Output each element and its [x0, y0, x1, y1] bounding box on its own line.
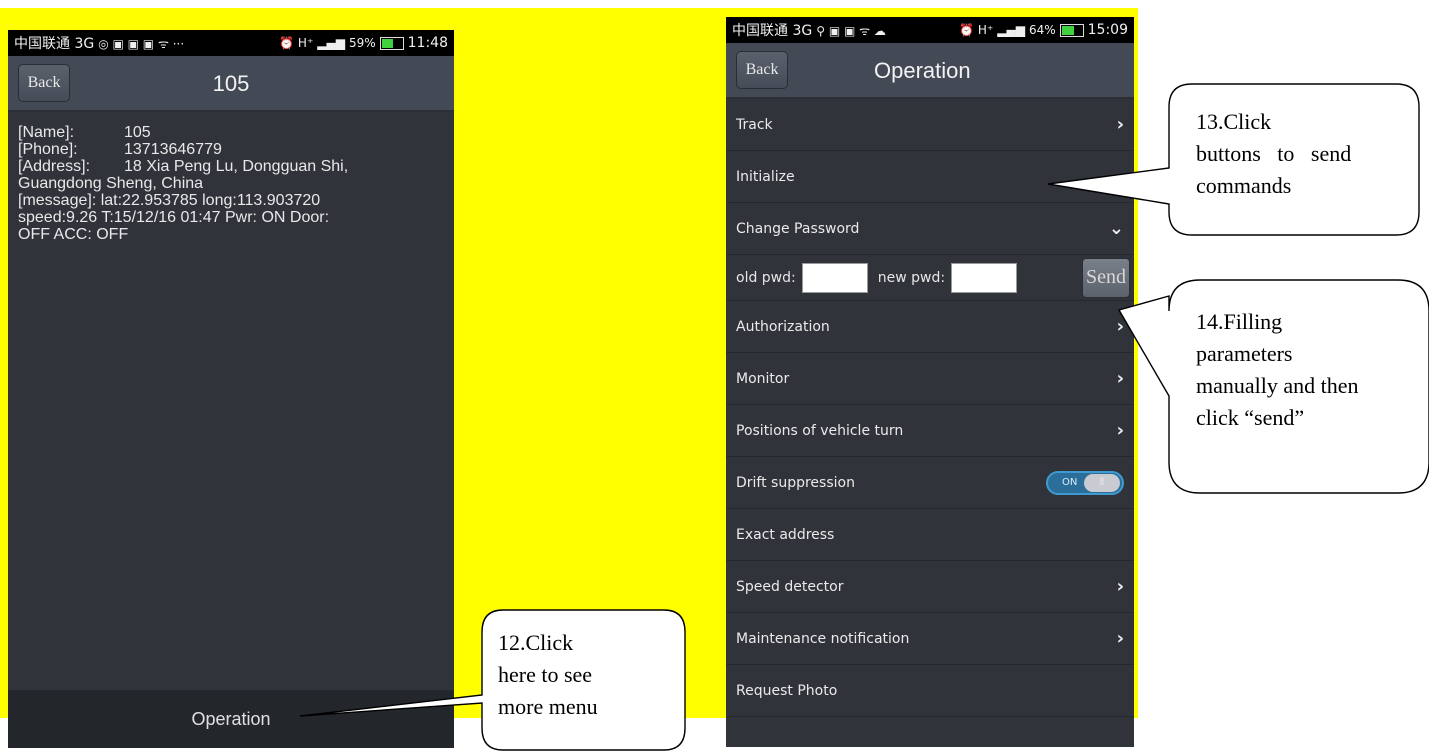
message-line-1: [message]: lat:22.953785 long:113.903720	[18, 192, 321, 209]
old-password-input[interactable]	[801, 262, 868, 293]
device-details-screen: 中国联通 3G ◎ ▣ ▣ ▣ ᯤ ··· ⏰ H⁺ ▂▄▆ 59% 11:48…	[8, 30, 454, 748]
name-key: [Name]:	[18, 124, 75, 141]
chevron-right-icon: ›	[1116, 420, 1124, 441]
menu-item-label: Drift suppression	[736, 475, 855, 491]
menu-item-label: Initialize	[736, 169, 795, 185]
signal-type: H⁺	[297, 36, 314, 50]
carrier-label: 中国联通 3G	[14, 36, 95, 52]
callout-line: 14.Filling	[1196, 309, 1283, 334]
menu-item-exact-address[interactable]: Exact address	[726, 509, 1134, 561]
callout-13-text: 13.Click buttons to send commands	[1196, 106, 1406, 202]
menu-item-label: Track	[736, 117, 773, 133]
title-bar: Back 105	[8, 56, 454, 112]
chevron-right-icon: ›	[1116, 316, 1124, 337]
battery-icon	[379, 36, 404, 50]
menu-item-label: Monitor	[736, 371, 790, 387]
new-password-input[interactable]	[951, 262, 1018, 293]
phone-key: [Phone]:	[18, 141, 78, 158]
menu-item-label: Change Password	[736, 221, 860, 237]
new-password-label: new pwd:	[877, 269, 946, 286]
toggle-on-label: ON	[1062, 477, 1078, 488]
chevron-right-icon: ›	[1116, 576, 1124, 597]
page-title: Operation	[874, 58, 971, 83]
callout-line: more menu	[498, 694, 598, 719]
drift-toggle[interactable]: ON ⦀	[1046, 471, 1124, 495]
battery-percent: 64%	[1028, 23, 1056, 37]
menu-item-label: Authorization	[736, 319, 830, 335]
menu-item-label: Exact address	[736, 527, 835, 543]
message-line-2: speed:9.26 T:15/12/16 01:47 Pwr: ON Door…	[18, 209, 330, 226]
phone-value: 13713646779	[124, 141, 222, 158]
operation-button[interactable]: Operation	[8, 690, 454, 748]
battery-percent: 59%	[348, 36, 376, 50]
menu-item-request-photo[interactable]: Request Photo	[726, 665, 1134, 717]
menu-item-drift-suppression: Drift suppression ON ⦀	[726, 457, 1134, 509]
operation-screen: 中国联通 3G ⚲ ▣ ▣ ᯤ ☁ ⏰ H⁺ ▂▄▆ 64% 15:09 Bac…	[726, 17, 1134, 747]
signal-bars-icon: ▂▄▆	[317, 36, 345, 50]
clock: 15:09	[1087, 22, 1128, 38]
status-bar: 中国联通 3G ⚲ ▣ ▣ ᯤ ☁ ⏰ H⁺ ▂▄▆ 64% 15:09	[726, 17, 1134, 43]
chevron-right-icon: ›	[1116, 628, 1124, 649]
old-password-label: old pwd:	[736, 269, 796, 286]
status-bar: 中国联通 3G ◎ ▣ ▣ ▣ ᯤ ··· ⏰ H⁺ ▂▄▆ 59% 11:48	[8, 30, 454, 56]
menu-item-label: Maintenance notification	[736, 631, 910, 647]
title-bar: Back Operation	[726, 43, 1134, 99]
menu-item-maintenance[interactable]: Maintenance notification ›	[726, 613, 1134, 665]
name-value: 105	[124, 124, 151, 141]
menu-item-initialize[interactable]: Initialize	[726, 151, 1134, 203]
callout-line: here to see	[498, 662, 593, 687]
callout-12-text: 12.Click here to see more menu	[498, 627, 598, 723]
callout-line: 13.Click	[1196, 109, 1272, 134]
send-button[interactable]: Send	[1082, 257, 1130, 298]
callout-line: click “send”	[1196, 405, 1305, 430]
menu-item-speed-detector[interactable]: Speed detector ›	[726, 561, 1134, 613]
toggle-knob: ⦀	[1084, 474, 1120, 492]
callout-line: parameters	[1196, 341, 1293, 366]
device-info: [Name]: 105 [Phone]: 13713646779 [Address]…	[8, 112, 454, 255]
menu-item-authorization[interactable]: Authorization ›	[726, 301, 1134, 353]
password-form: old pwd: new pwd: Send	[726, 255, 1134, 301]
alarm-icon: ⏰	[958, 23, 974, 37]
menu-item-label: Speed detector	[736, 579, 844, 595]
address-line-2: Guangdong Sheng, China	[18, 175, 204, 192]
menu-item-track[interactable]: Track ›	[726, 99, 1134, 151]
signal-type: H⁺	[977, 23, 994, 37]
callout-line: 12.Click	[498, 630, 574, 655]
page-title: 105	[212, 71, 250, 96]
menu-item-monitor[interactable]: Monitor ›	[726, 353, 1134, 405]
menu-item-label: Positions of vehicle turn	[736, 423, 904, 439]
battery-icon	[1059, 23, 1084, 37]
menu-item-change-password[interactable]: Change Password ⌄	[726, 203, 1134, 255]
operation-menu: Track › Initialize Change Password ⌄ old…	[726, 99, 1134, 717]
callout-14-text: 14.Filling parameters manually and then …	[1196, 306, 1359, 434]
chevron-right-icon: ›	[1116, 368, 1124, 389]
notification-icons: ⚲ ▣ ▣ ᯤ ☁	[816, 23, 886, 38]
callout-line: manually and then	[1196, 373, 1359, 398]
address-key: [Address]:	[18, 158, 91, 175]
menu-item-label: Request Photo	[736, 683, 838, 699]
callout-line: commands	[1196, 173, 1292, 198]
notification-icons: ◎ ▣ ▣ ▣ ᯤ ···	[98, 36, 185, 51]
chevron-right-icon: ›	[1116, 114, 1124, 135]
menu-item-positions[interactable]: Positions of vehicle turn ›	[726, 405, 1134, 457]
callout-line: buttons to send	[1196, 141, 1352, 166]
alarm-icon: ⏰	[278, 36, 294, 50]
chevron-down-icon: ⌄	[1108, 218, 1124, 239]
back-button[interactable]: Back	[736, 51, 788, 89]
address-value: 18 Xia Peng Lu, Dongguan Shi,	[124, 158, 349, 175]
signal-bars-icon: ▂▄▆	[997, 23, 1025, 37]
carrier-label: 中国联通 3G	[732, 23, 813, 39]
message-line-3: OFF ACC: OFF	[18, 226, 129, 243]
clock: 11:48	[407, 35, 448, 51]
